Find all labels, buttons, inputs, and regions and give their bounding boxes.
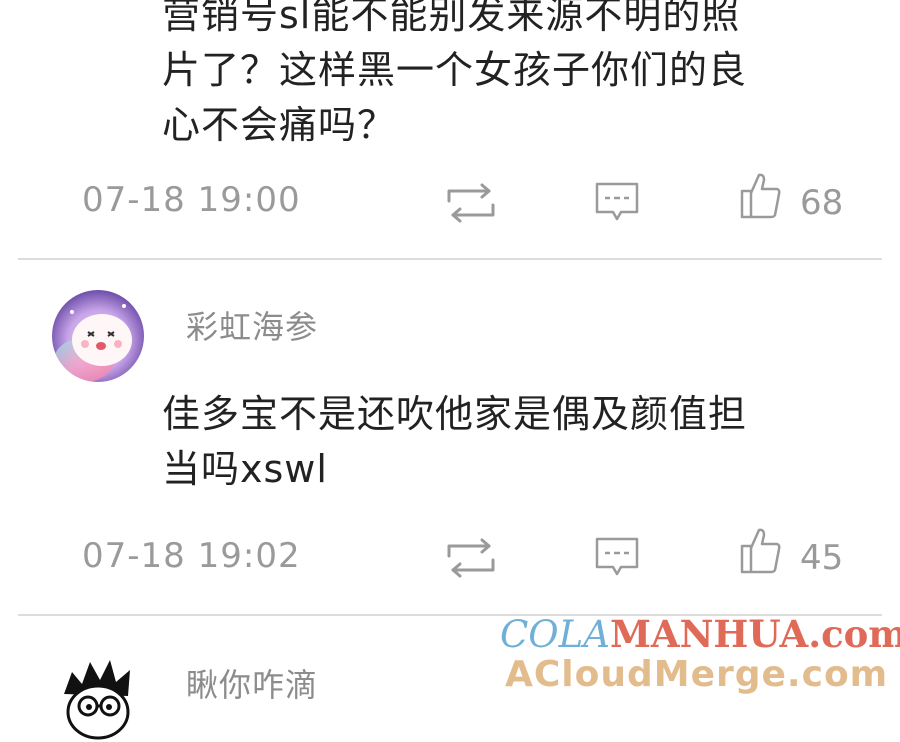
watermark-cola: COLA [500,613,610,656]
comment-1-timestamp: 07-18 19:00 [82,180,301,220]
username[interactable]: 瞅你咋滴 [186,660,318,706]
comment-2-like-count: 45 [800,538,844,578]
comment-1-like-count: 68 [800,183,844,223]
watermark-line-2: ACloudMerge.com [505,654,889,695]
avatar[interactable] [52,650,144,742]
avatar[interactable] [52,290,144,382]
comment-2-text: 佳多宝不是还吹他家是偶及颜值担 当吗xswl [162,392,748,491]
watermark-manhua: MANHUA.com [609,612,900,656]
thumbs-up-icon[interactable] [740,171,782,219]
avatar-image [52,290,144,382]
thumbs-up-icon[interactable] [740,526,782,574]
watermark-line-1: COLAMANHUA.com [500,612,900,656]
username[interactable]: 彩虹海参 [186,302,318,348]
comment-icon[interactable] [594,536,640,578]
avatar-image [52,650,144,742]
comment-1-text: 营销号sl能不能别发来源不明的照 片了？这样黑一个女孩子你们的良 心不会痛吗？ [162,0,748,147]
comment-divider [18,258,882,260]
comment-icon[interactable] [594,181,640,223]
repost-icon[interactable] [443,183,499,223]
comment-2-timestamp: 07-18 19:02 [82,536,301,576]
repost-icon[interactable] [443,538,499,578]
